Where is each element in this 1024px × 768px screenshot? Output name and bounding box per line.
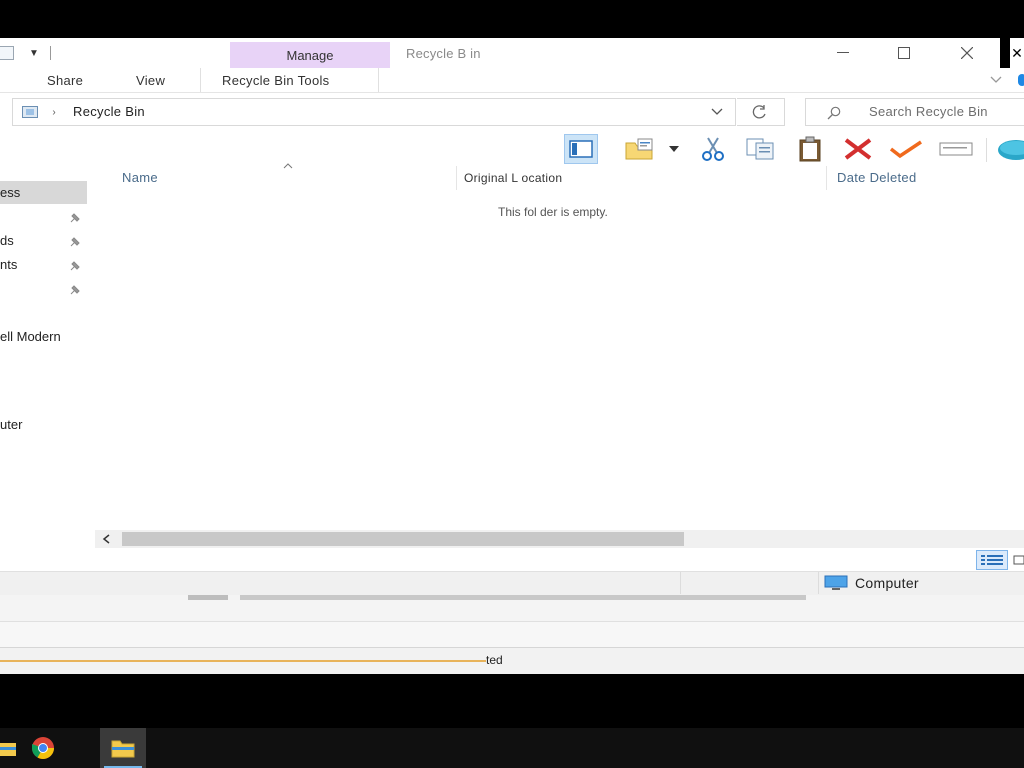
refresh-button[interactable] [737, 98, 785, 126]
background-window-strip [0, 595, 1024, 621]
rename-icon [939, 142, 973, 156]
sort-ascending-icon [282, 162, 294, 170]
chrome-taskbar-icon[interactable] [30, 736, 56, 760]
file-explorer-taskbar-icon[interactable] [0, 736, 18, 760]
preview-pane-icon [569, 140, 593, 158]
refresh-icon [751, 104, 769, 120]
explorer-window: ▼ Manage Recycle B in ✕ Share View Recyc… [0, 38, 1024, 674]
status-computer-label: Computer [855, 575, 919, 591]
checkmark-icon [889, 140, 922, 159]
close-icon[interactable]: ✕ [1010, 44, 1024, 62]
window-title: Recycle B in [406, 46, 481, 61]
delete-x-icon [844, 138, 872, 160]
computer-icon [824, 575, 848, 591]
close-button[interactable] [944, 38, 990, 68]
maximize-icon [898, 47, 910, 59]
folder-properties-icon [625, 138, 653, 160]
folder-taskbar-icon[interactable] [110, 736, 136, 760]
background-window-row [0, 621, 1024, 647]
title-bar: ▼ Manage Recycle B in ✕ [0, 38, 1024, 68]
paste-button[interactable] [793, 134, 827, 164]
status-text-fragment: ted [486, 653, 503, 667]
maximize-button[interactable] [881, 38, 927, 68]
column-header-original-location[interactable]: Original L ocation [464, 171, 562, 185]
ribbon-tab-separator [200, 68, 201, 92]
taskbar [0, 728, 1024, 768]
minimize-button[interactable] [820, 38, 866, 68]
close-icon [961, 47, 973, 59]
customize-toolbar-dropdown-icon[interactable]: ▼ [26, 44, 42, 62]
tab-share[interactable]: Share [47, 73, 83, 88]
globe-icon [998, 140, 1024, 160]
preview-pane-button[interactable] [564, 134, 598, 164]
rename-button[interactable] [939, 134, 973, 164]
large-icons-view-icon [1013, 555, 1024, 565]
ribbon-divider [0, 92, 1024, 93]
ribbon-tabs: Share View Recycle Bin Tools [0, 68, 1024, 92]
clipboard-icon [799, 136, 821, 162]
column-separator [456, 166, 457, 190]
column-separator [826, 166, 827, 190]
address-history-dropdown-icon[interactable] [709, 105, 725, 119]
black-edge [1000, 38, 1010, 68]
toolbar-separator [986, 138, 987, 162]
restore-button[interactable] [889, 134, 923, 164]
quick-access-icon[interactable] [0, 46, 14, 60]
title-separator [50, 46, 51, 60]
column-header-name[interactable]: Name [122, 170, 158, 185]
status-separator [818, 572, 819, 594]
properties-button[interactable] [622, 134, 656, 164]
background-progress-row: ted [0, 647, 1024, 674]
progress-line [0, 660, 486, 662]
address-bar[interactable]: › Recycle Bin [12, 98, 736, 126]
recycle-bin-location-icon [21, 104, 39, 120]
scissors-icon [702, 137, 724, 161]
pin-icon [68, 283, 82, 297]
copy-icon [746, 138, 774, 160]
delete-button[interactable] [841, 134, 875, 164]
properties-dropdown-icon[interactable] [666, 142, 682, 156]
status-separator [680, 572, 681, 594]
search-icon [826, 105, 842, 121]
background-scroll-arrows [188, 595, 228, 600]
scroll-left-arrow-icon[interactable] [98, 532, 114, 546]
tab-view[interactable]: View [136, 73, 165, 88]
pin-icon [68, 211, 82, 225]
expand-ribbon-chevron-icon[interactable] [988, 72, 1004, 88]
pin-icon [68, 235, 82, 249]
tab-recycle-bin-tools[interactable]: Recycle Bin Tools [222, 73, 329, 88]
details-view-icon [981, 555, 1003, 565]
column-header-date-deleted[interactable]: Date Deleted [837, 170, 916, 185]
minimize-icon [837, 52, 849, 53]
horizontal-scroll-thumb[interactable] [122, 532, 684, 546]
breadcrumb-chevron-icon[interactable]: › [49, 105, 59, 119]
nav-item-shell-modern[interactable]: ell Modern [0, 329, 61, 344]
nav-item-downloads[interactable]: ds [0, 233, 14, 248]
network-button[interactable] [996, 134, 1024, 164]
nav-item-computer[interactable]: uter [0, 417, 22, 432]
empty-folder-message: This fol der is empty. [498, 205, 608, 219]
background-scroll-thumb [240, 595, 806, 600]
details-view-button[interactable] [976, 550, 1008, 570]
ribbon-tab-separator [378, 68, 379, 92]
breadcrumb-recycle-bin[interactable]: Recycle Bin [73, 104, 145, 119]
search-placeholder: Search Recycle Bin [869, 104, 988, 119]
nav-item-documents[interactable]: nts [0, 257, 17, 272]
status-bar: Computer [0, 571, 1024, 595]
nav-item-quick-access[interactable]: ess [0, 185, 20, 200]
manage-context-tab[interactable]: Manage [230, 42, 390, 68]
help-icon[interactable] [1018, 74, 1024, 86]
pin-icon [68, 259, 82, 273]
cut-button[interactable] [696, 134, 730, 164]
large-icons-view-button[interactable] [1012, 550, 1024, 570]
copy-button[interactable] [743, 134, 777, 164]
